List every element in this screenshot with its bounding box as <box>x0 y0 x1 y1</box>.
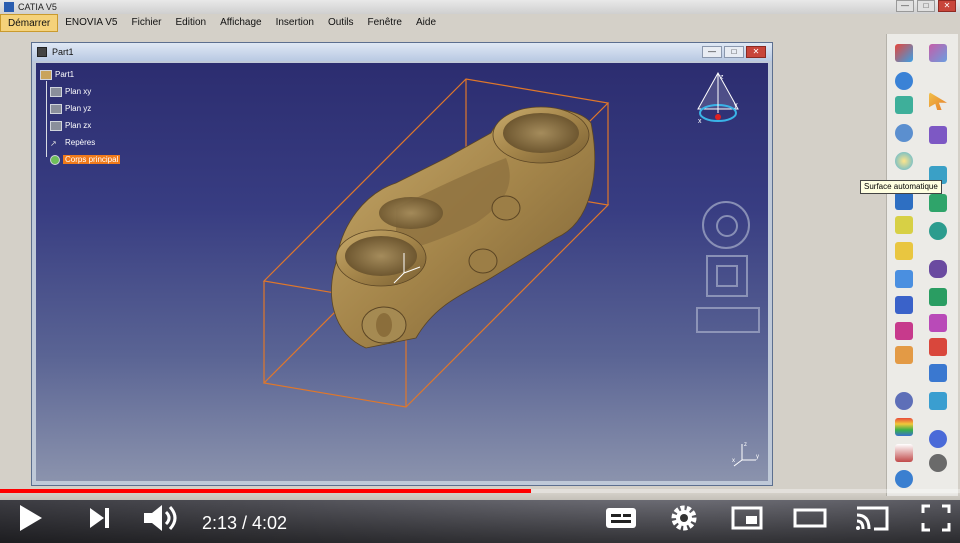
viewport-y-label: y <box>756 454 759 460</box>
blue-shape-icon[interactable] <box>929 364 947 382</box>
blue-gear-icon[interactable] <box>895 72 913 90</box>
miniplayer-icon[interactable] <box>730 503 764 533</box>
menubar: Démarrer ENOVIA V5 Fichier Edition Affic… <box>0 14 880 32</box>
yellow-pipe-icon[interactable] <box>895 242 913 260</box>
menu-outils[interactable]: Outils <box>321 14 361 32</box>
line-tool-icon[interactable] <box>895 270 913 288</box>
part-document-window: Part1 — □ ✕ Part1 Plan xy Plan yz Plan z… <box>31 42 773 486</box>
fillet-icon[interactable] <box>895 346 913 364</box>
3d-viewport[interactable]: Part1 Plan xy Plan yz Plan zx ↗ Repères C… <box>36 63 768 481</box>
blue-ramp-icon[interactable] <box>929 392 947 410</box>
sketch-tool-icon[interactable] <box>895 44 913 62</box>
green-surface-icon[interactable] <box>929 288 947 306</box>
zoom-view-widget[interactable] <box>696 307 760 333</box>
grid-blue-icon[interactable] <box>895 192 913 210</box>
teal-surface-icon[interactable] <box>895 96 913 114</box>
video-player-controls: 2:13 / 4:02 <box>0 493 960 543</box>
viewport-z-label: z <box>744 442 747 448</box>
viewport-axis-indicator: z y x <box>732 442 759 467</box>
catia-window: CATIA V5 — □ ✕ Démarrer ENOVIA V5 Fichie… <box>0 0 960 500</box>
analysis-color-icon[interactable] <box>895 418 913 436</box>
menu-demarrer[interactable]: Démarrer <box>0 14 59 32</box>
part-model[interactable] <box>36 63 768 481</box>
menu-affichage[interactable]: Affichage <box>213 14 269 32</box>
subtitles-icon[interactable] <box>604 503 638 533</box>
document-title: Part1 <box>52 47 74 57</box>
menu-fichier[interactable]: Fichier <box>124 14 168 32</box>
menu-edition[interactable]: Edition <box>169 14 214 32</box>
automatic-surface-icon[interactable] <box>895 152 913 170</box>
document-icon <box>37 47 47 57</box>
extrude-icon[interactable] <box>895 216 913 234</box>
compass-y-label: y <box>734 102 738 109</box>
multi-tool-icon[interactable] <box>929 44 947 62</box>
menu-enovia[interactable]: ENOVIA V5 <box>58 14 124 32</box>
toolbar-tooltip: Surface automatique <box>860 180 942 194</box>
compass-x-label: x <box>698 118 702 125</box>
blue-loop-icon[interactable] <box>929 430 947 448</box>
compass-z-label: z <box>720 74 724 81</box>
magenta-curve-icon[interactable] <box>929 314 947 332</box>
time-display: 2:13 / 4:02 <box>202 513 288 533</box>
purple-surface-icon[interactable] <box>929 126 947 144</box>
bracket-part <box>331 106 596 349</box>
select-arrow-icon[interactable] <box>929 92 947 110</box>
document-titlebar: Part1 — □ ✕ <box>32 43 772 61</box>
play-button[interactable] <box>16 503 44 533</box>
chart-tool-icon[interactable] <box>895 444 913 462</box>
menu-fenetre[interactable]: Fenêtre <box>361 14 409 32</box>
next-button[interactable] <box>86 503 112 533</box>
doc-minimize-button[interactable]: — <box>702 46 722 58</box>
green-gear-icon[interactable] <box>929 194 947 212</box>
viewport-x-label: x <box>732 458 735 464</box>
doc-maximize-button[interactable]: □ <box>724 46 744 58</box>
dots-tool-icon[interactable] <box>929 454 947 472</box>
menu-aide[interactable]: Aide <box>409 14 443 32</box>
minimize-button[interactable]: — <box>896 0 914 12</box>
cast-icon[interactable] <box>854 503 890 533</box>
maximize-button[interactable]: □ <box>917 0 935 12</box>
menu-insertion[interactable]: Insertion <box>269 14 321 32</box>
theater-mode-icon[interactable] <box>792 503 828 533</box>
cut-tool-icon[interactable] <box>895 322 913 340</box>
curve-s-icon[interactable] <box>929 260 947 278</box>
split-tool-icon[interactable] <box>895 296 913 314</box>
compass-widget[interactable]: z y x <box>690 69 746 135</box>
surface-tools-toolbar <box>886 34 958 496</box>
teal-blob-icon[interactable] <box>929 222 947 240</box>
globe-tool-icon[interactable] <box>895 470 913 488</box>
doc-close-button[interactable]: ✕ <box>746 46 766 58</box>
volume-icon[interactable] <box>142 503 182 533</box>
rotate-view-inner-circle <box>716 215 738 237</box>
catia-app-icon <box>4 2 14 12</box>
red-tool-icon[interactable] <box>929 338 947 356</box>
app-titlebar: CATIA V5 — □ ✕ <box>0 0 960 14</box>
close-button[interactable]: ✕ <box>938 0 956 12</box>
app-title: CATIA V5 <box>18 2 57 12</box>
lattice-icon[interactable] <box>895 392 913 410</box>
pan-view-inner-square <box>716 265 738 287</box>
settings-gear-icon[interactable] <box>668 503 700 533</box>
gear-dots-icon[interactable] <box>895 124 913 142</box>
fullscreen-icon[interactable] <box>920 503 952 533</box>
